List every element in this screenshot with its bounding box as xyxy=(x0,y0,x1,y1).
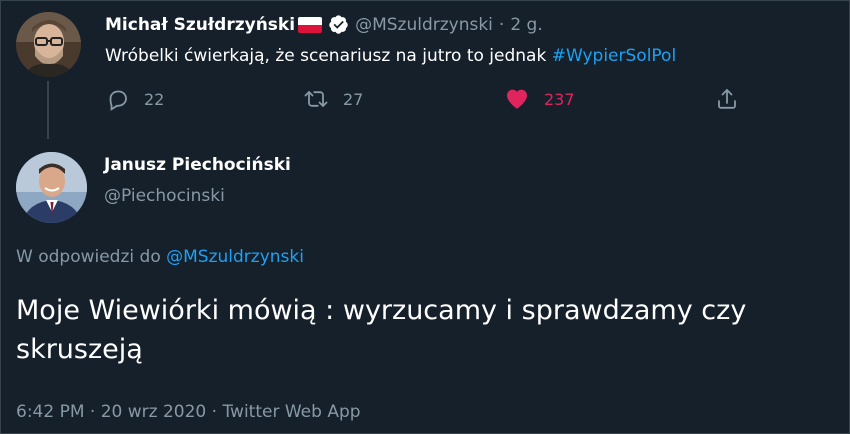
meta-separator: · xyxy=(211,402,218,422)
hashtag-link[interactable]: #WypierSolPol xyxy=(552,46,676,66)
main-tweet-text: Moje Wiewiórki mówią : wyrzucamy i spraw… xyxy=(16,295,747,365)
share-button[interactable] xyxy=(715,87,739,111)
verified-badge-icon xyxy=(328,14,349,35)
retweet-count: 27 xyxy=(343,89,364,109)
parent-tweet-text: Wróbelki ćwierkają, że scenariusz na jut… xyxy=(105,46,676,66)
main-author-handle[interactable]: @Piechocinski xyxy=(104,186,225,206)
parent-tweet-actions: 22 27 237 xyxy=(1,87,850,117)
meta-separator: · xyxy=(89,402,96,422)
reply-mention-link[interactable]: @MSzuldrzynski xyxy=(166,247,304,267)
parent-tweet-body: Wróbelki ćwierkają, że scenariusz na jut… xyxy=(105,46,552,66)
main-author-name[interactable]: Janusz Piechociński xyxy=(104,155,291,175)
parent-author-name[interactable]: Michał Szułdrzyński xyxy=(105,15,295,35)
parent-tweet-time[interactable]: 2 g. xyxy=(510,15,542,35)
tweet-time[interactable]: 6:42 PM xyxy=(16,402,85,422)
reply-prefix: W odpowiedzi do xyxy=(16,247,167,267)
like-button[interactable]: 237 xyxy=(504,87,575,111)
header-separator: · xyxy=(498,14,505,35)
parent-author-handle[interactable]: @MSzuldrzynski xyxy=(355,15,493,35)
tweet-source[interactable]: Twitter Web App xyxy=(222,402,360,422)
parent-author-avatar[interactable] xyxy=(16,12,81,77)
tweet-date[interactable]: 20 wrz 2020 xyxy=(101,402,207,422)
parent-tweet-header: Michał Szułdrzyński @MSzuldrzynski · 2 g… xyxy=(105,14,543,35)
tweet-thread: Michał Szułdrzyński @MSzuldrzynski · 2 g… xyxy=(0,0,850,434)
heart-filled-icon xyxy=(504,87,530,111)
poland-flag-icon xyxy=(298,16,323,33)
reply-icon xyxy=(106,87,130,111)
tweet-metadata: 6:42 PM · 20 wrz 2020 · Twitter Web App xyxy=(16,402,361,422)
reply-count: 22 xyxy=(144,89,165,109)
like-count: 237 xyxy=(544,89,575,109)
reply-context: W odpowiedzi do @MSzuldrzynski xyxy=(16,247,304,267)
retweet-button[interactable]: 27 xyxy=(303,87,363,111)
retweet-icon xyxy=(303,87,329,111)
reply-button[interactable]: 22 xyxy=(106,87,164,111)
main-author-avatar[interactable] xyxy=(16,152,87,223)
share-icon xyxy=(715,87,739,111)
